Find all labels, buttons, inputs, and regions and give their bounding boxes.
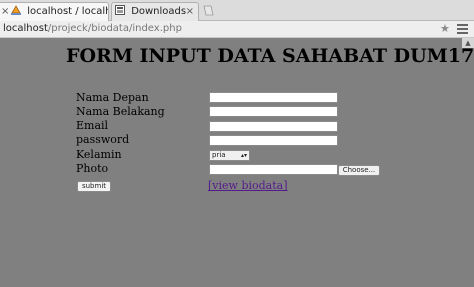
view-biodata-link[interactable]: [view biodata]: [208, 179, 288, 193]
last-name-input[interactable]: [209, 106, 338, 117]
bookmark-star-icon[interactable]: ★: [440, 22, 450, 35]
menu-icon[interactable]: [457, 24, 468, 34]
select-arrows-icon: ▴▾: [240, 152, 247, 159]
gender-selected-value: pria: [212, 151, 226, 159]
downloads-icon: [115, 5, 125, 15]
tab-downloads[interactable]: Downloads ×: [111, 2, 199, 21]
tab-close-icon[interactable]: ×: [1, 3, 9, 20]
url-path: /projeck/biodata/index.php: [47, 23, 182, 34]
tab-title: Downloads: [131, 6, 187, 17]
gender-select[interactable]: pria ▴▾: [209, 150, 250, 161]
choose-file-button[interactable]: Choose...: [338, 165, 380, 176]
tab-localhost[interactable]: × localhost / localh...: [0, 2, 109, 21]
tab-title: localhost / localh...: [27, 6, 108, 17]
email-label: Email: [76, 119, 109, 132]
gender-label: Kelamin: [76, 148, 122, 161]
phpmyadmin-sail-icon: [11, 5, 21, 15]
first-name-label: Nama Depan: [76, 91, 149, 104]
email-input[interactable]: [209, 121, 338, 132]
last-name-label: Nama Belakang: [76, 105, 165, 118]
new-tab-icon[interactable]: [203, 5, 214, 16]
tab-strip: × localhost / localh... Downloads ×: [0, 0, 474, 21]
photo-label: Photo: [76, 162, 109, 175]
tab-close-icon[interactable]: ×: [186, 3, 194, 20]
page-title: FORM INPUT DATA SAHABAT DUM17: [66, 45, 474, 67]
first-name-input[interactable]: [209, 92, 338, 103]
address-bar[interactable]: localhost/projeck/biodata/index.php ★: [0, 21, 474, 38]
submit-button[interactable]: submit: [77, 181, 111, 192]
password-input[interactable]: [209, 135, 338, 146]
photo-filename-field[interactable]: [209, 164, 338, 175]
password-label: password: [76, 133, 130, 146]
url-host: localhost: [3, 23, 48, 34]
url-field[interactable]: localhost/projeck/biodata/index.php: [3, 23, 182, 35]
